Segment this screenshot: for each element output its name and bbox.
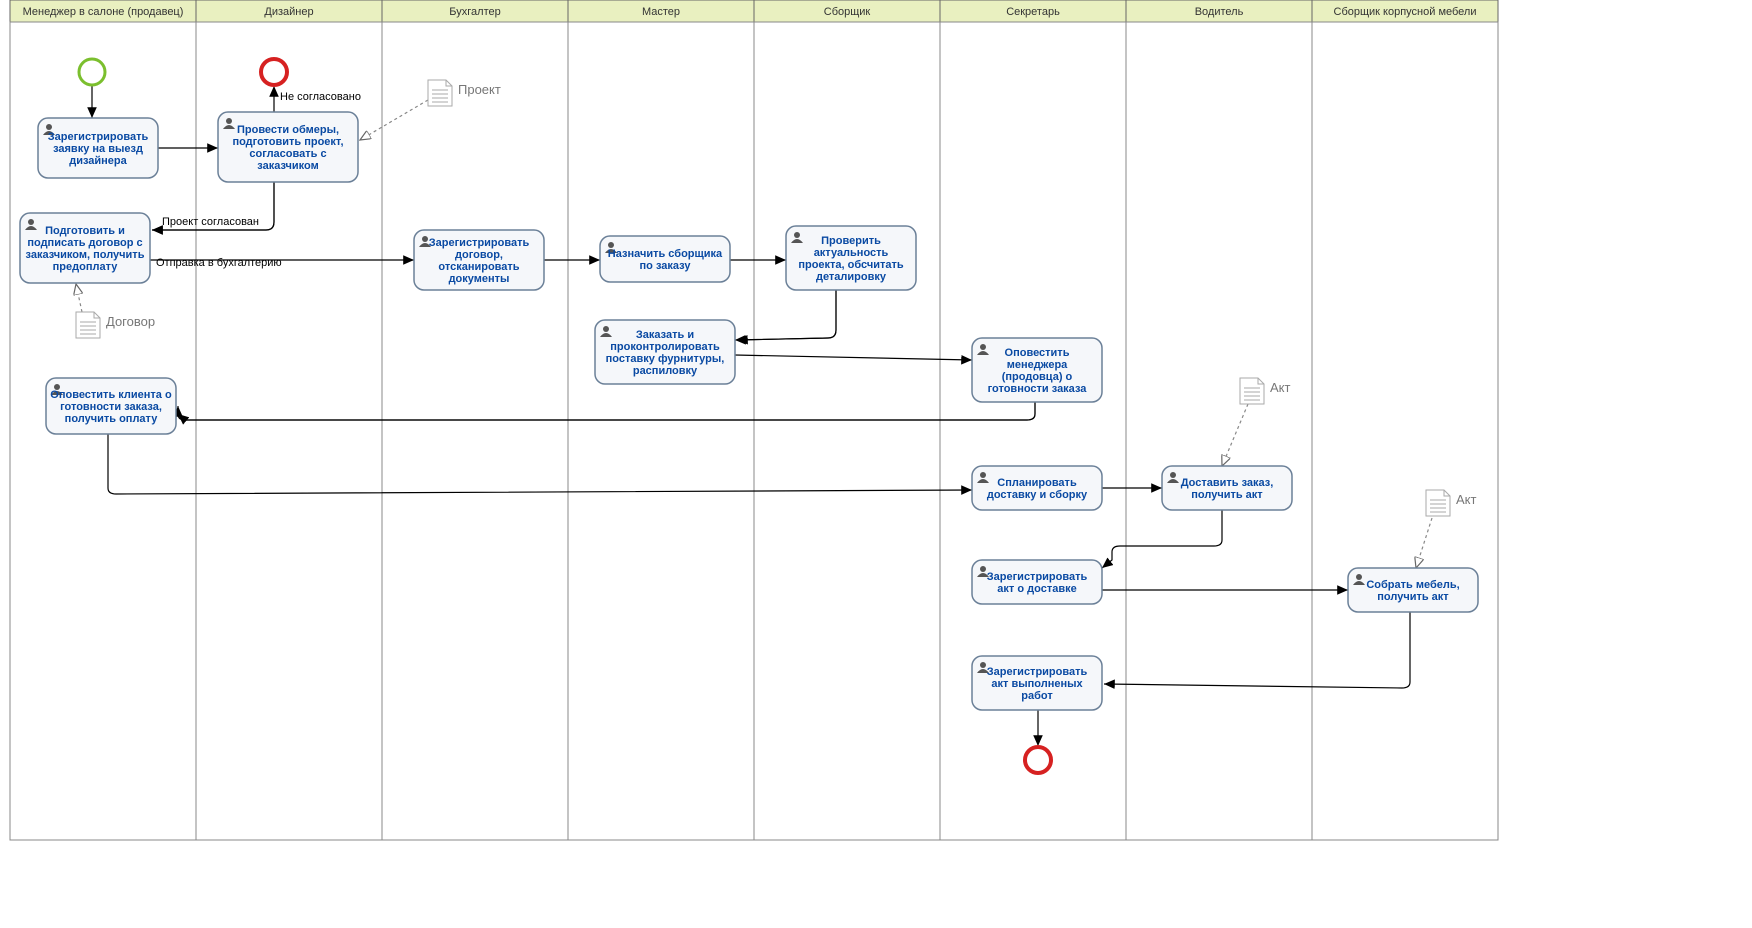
task-t12[interactable]: Зарегистрироватьакт о доставке — [972, 560, 1102, 604]
task-t3[interactable]: Подготовить иподписать договор сзаказчик… — [20, 213, 150, 283]
task-label: по заказу — [640, 260, 692, 272]
lane-title: Менеджер в салоне (продавец) — [23, 6, 184, 18]
task-label: акт выполненых — [991, 678, 1083, 690]
task-label: деталировку — [816, 271, 887, 283]
task-label: получить акт — [1377, 591, 1449, 603]
flow — [735, 290, 836, 340]
task-t8[interactable]: Оповеститьменеджера(продовца) оготовност… — [972, 338, 1102, 402]
task-label: проконтролировать — [610, 341, 720, 353]
document-label: Договор — [106, 314, 155, 329]
document-artifact: Акт — [1240, 378, 1291, 404]
task-label: Подготовить и — [45, 225, 125, 237]
lane-title: Сборщик корпусной мебели — [1334, 6, 1477, 18]
task-label: дизайнера — [69, 155, 127, 167]
task-label: Зарегистрировать — [987, 571, 1088, 583]
task-label: получить акт — [1191, 489, 1263, 501]
task-t1[interactable]: Зарегистрироватьзаявку на выезддизайнера — [38, 118, 158, 178]
flow — [735, 355, 972, 360]
task-label: Спланировать — [997, 477, 1077, 489]
task-label: готовности заказа — [988, 383, 1088, 395]
lane-body — [1126, 22, 1312, 840]
document-label: Акт — [1270, 380, 1291, 395]
task-label: готовности заказа, — [60, 401, 162, 413]
lane-title: Бухгалтер — [449, 6, 500, 18]
lane-body — [568, 22, 754, 840]
task-label: заказчиком — [257, 160, 318, 172]
task-label: работ — [1021, 690, 1053, 702]
lane-title: Сборщик — [824, 6, 871, 18]
task-t6[interactable]: Проверитьактуальностьпроекта, обсчитатьд… — [786, 226, 916, 290]
end-event — [261, 59, 287, 85]
task-label: заявку на выезд — [53, 143, 143, 155]
task-label: актуальность — [814, 247, 889, 259]
task-label: Зарегистрировать — [429, 237, 530, 249]
task-label: Доставить заказ, — [1181, 477, 1274, 489]
task-label: согласовать с — [249, 148, 326, 160]
task-label: Проверить — [821, 235, 881, 247]
task-label: Зарегистрировать — [987, 666, 1088, 678]
document-label: Акт — [1456, 492, 1477, 507]
lane-body — [1312, 22, 1498, 840]
task-t14[interactable]: Зарегистрироватьакт выполненыхработ — [972, 656, 1102, 710]
task-label: документы — [449, 273, 510, 285]
document-artifact: Договор — [76, 312, 155, 338]
flow — [178, 402, 1035, 420]
task-label: Зарегистрировать — [48, 131, 149, 143]
task-label: Оповестить клиента о — [50, 389, 172, 401]
lane-body — [940, 22, 1126, 840]
task-label: проекта, обсчитать — [798, 259, 904, 271]
task-label: заказчиком, получить — [26, 249, 145, 261]
edge-label: Не согласовано — [280, 91, 361, 103]
task-label: Провести обмеры, — [237, 124, 339, 136]
task-label: распиловку — [633, 365, 698, 377]
flow — [1102, 510, 1222, 568]
lane-body — [754, 22, 940, 840]
task-t5[interactable]: Назначить сборщикапо заказу — [600, 236, 730, 282]
task-label: поставку фурнитуры, — [606, 353, 725, 365]
task-label: Оповестить — [1005, 347, 1070, 359]
task-t11[interactable]: Доставить заказ,получить акт — [1162, 466, 1292, 510]
task-label: получить оплату — [65, 413, 159, 425]
task-label: отсканировать — [438, 261, 519, 273]
edge-label: Проект согласован — [162, 216, 259, 228]
task-label: подписать договор с — [27, 237, 142, 249]
task-label: подготовить проект, — [232, 136, 343, 148]
association — [76, 284, 82, 312]
task-t7[interactable]: Заказать ипроконтролироватьпоставку фурн… — [595, 320, 735, 384]
task-label: доставку и сборку — [987, 489, 1088, 501]
document-artifact: Акт — [1426, 490, 1477, 516]
task-label: менеджера — [1007, 359, 1068, 371]
edge-label: Отправка в бухгалтерию — [156, 257, 282, 269]
lane-title: Водитель — [1195, 6, 1244, 18]
task-label: предоплату — [53, 261, 119, 273]
task-label: Собрать мебель, — [1366, 579, 1459, 591]
document-artifact: Проект — [428, 80, 501, 106]
association — [1416, 518, 1432, 568]
end-event — [1025, 747, 1051, 773]
task-label: договор, — [455, 249, 503, 261]
task-t9[interactable]: Оповестить клиента оготовности заказа,по… — [46, 378, 176, 434]
lane-title: Мастер — [642, 6, 680, 18]
lane-title: Дизайнер — [264, 6, 313, 18]
lane-body — [382, 22, 568, 840]
task-label: Заказать и — [636, 329, 694, 341]
task-t4[interactable]: Зарегистрироватьдоговор,отсканироватьдок… — [414, 230, 544, 290]
association — [360, 100, 428, 140]
flow — [1104, 612, 1410, 688]
task-label: акт о доставке — [997, 583, 1076, 595]
task-t13[interactable]: Собрать мебель,получить акт — [1348, 568, 1478, 612]
task-t2[interactable]: Провести обмеры,подготовить проект,согла… — [218, 112, 358, 182]
flow — [108, 434, 972, 494]
start-event — [79, 59, 105, 85]
task-t10[interactable]: Спланироватьдоставку и сборку — [972, 466, 1102, 510]
task-label: Назначить сборщика — [608, 248, 723, 260]
lane-title: Секретарь — [1006, 6, 1060, 18]
task-label: (продовца) о — [1002, 371, 1073, 383]
association — [1222, 404, 1248, 466]
document-label: Проект — [458, 82, 501, 97]
